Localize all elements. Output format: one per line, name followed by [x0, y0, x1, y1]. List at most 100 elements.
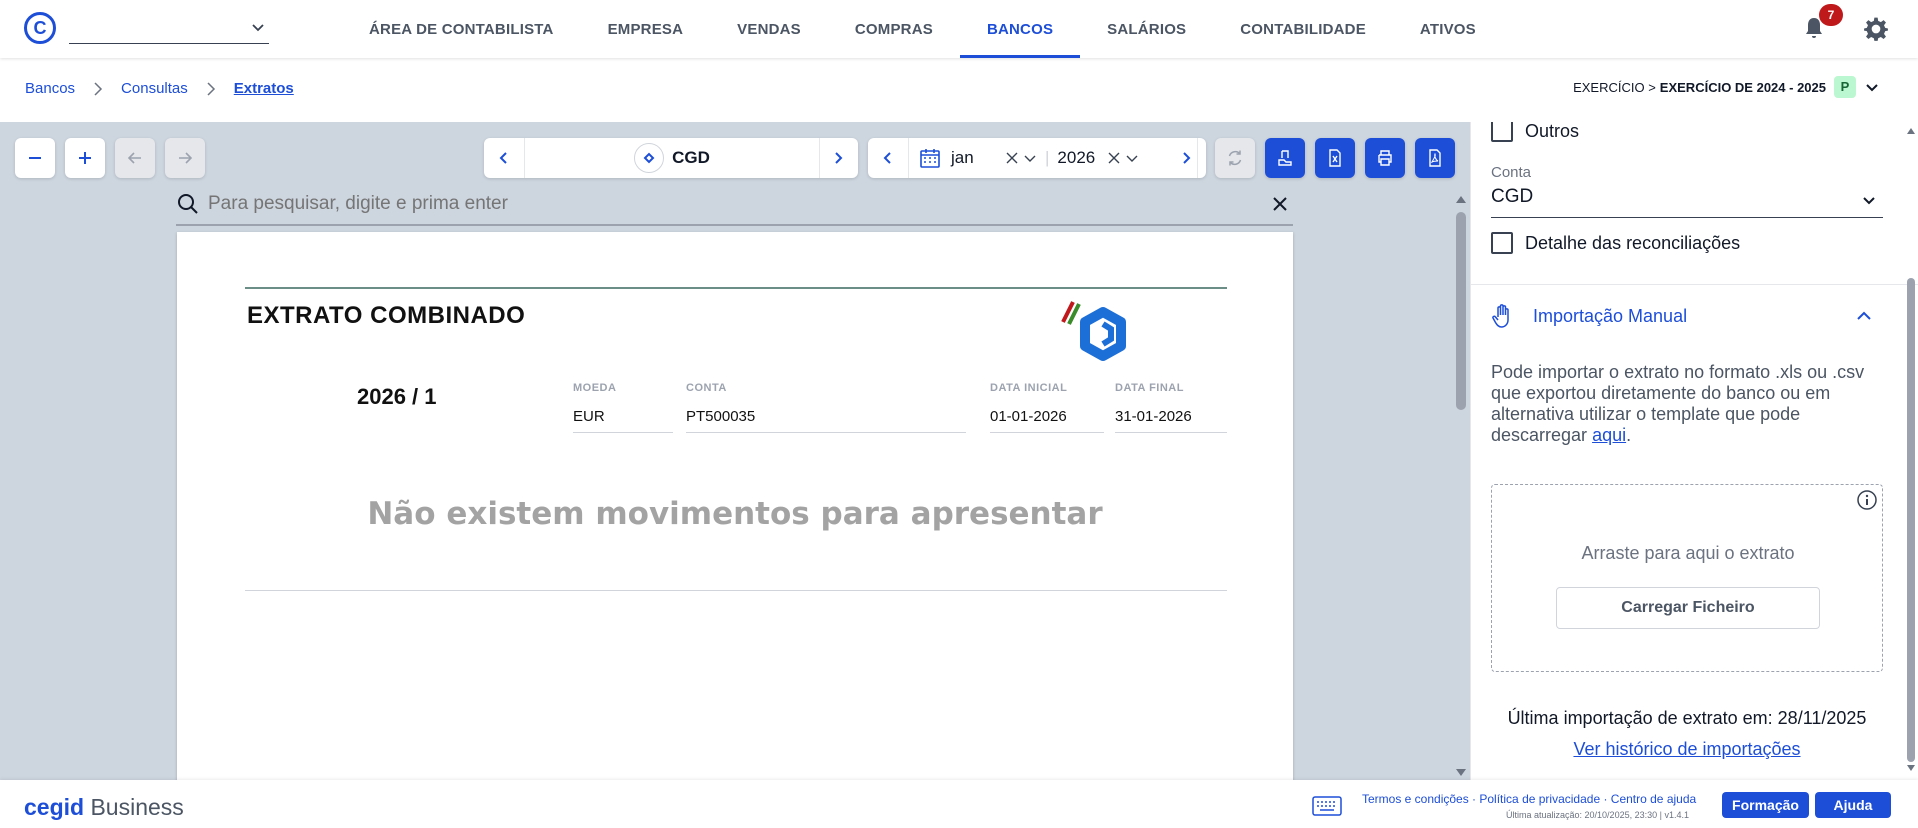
bank-select[interactable]: CGD	[524, 138, 820, 178]
formacao-button[interactable]: Formação	[1722, 792, 1809, 818]
nav-item-compras[interactable]: COMPRAS	[828, 0, 960, 58]
company-select[interactable]	[69, 14, 269, 44]
scroll-up-icon[interactable]	[1455, 194, 1467, 204]
scroll-down-icon[interactable]	[1455, 768, 1467, 778]
file-drop-zone[interactable]: Arraste para aqui o extrato Carregar Fic…	[1491, 484, 1883, 672]
footer-links[interactable]: Termos e condições · Política de privaci…	[1362, 792, 1696, 806]
print-button[interactable]	[1365, 138, 1405, 178]
year-select[interactable]: 2026	[1057, 148, 1107, 168]
forward-button[interactable]	[165, 138, 205, 178]
zoom-in-button[interactable]	[65, 138, 105, 178]
conta-select[interactable]: CGD	[1491, 186, 1883, 218]
chevron-right-icon	[94, 81, 103, 96]
outros-checkbox[interactable]	[1491, 122, 1513, 142]
field-value: 31-01-2026	[1115, 408, 1227, 433]
scroll-thumb[interactable]	[1907, 278, 1915, 762]
field-value: 01-01-2026	[990, 408, 1104, 433]
gear-icon[interactable]	[1863, 16, 1889, 42]
close-icon[interactable]	[1271, 195, 1289, 213]
scroll-up-icon[interactable]	[1906, 126, 1916, 135]
exercise-prefix: EXERCÍCIO >	[1573, 79, 1656, 95]
nav-item-contabilidade[interactable]: CONTABILIDADE	[1213, 0, 1393, 58]
chevron-up-icon[interactable]	[1855, 307, 1873, 325]
main-nav: ÁREA DE CONTABILISTA EMPRESA VENDAS COMP…	[342, 0, 1503, 58]
conta-value: CGD	[1491, 186, 1534, 207]
nav-item-bancos[interactable]: BANCOS	[959, 0, 1081, 58]
calendar-icon	[920, 149, 940, 168]
bank-selector: CGD	[484, 138, 858, 178]
chevron-down-icon	[252, 24, 264, 32]
keyboard-icon[interactable]	[1312, 796, 1342, 816]
header-rule	[245, 287, 1227, 289]
field-value: EUR	[573, 408, 673, 433]
exercise-status-badge: P	[1834, 76, 1856, 98]
last-update-info: Última atualização: 20/10/2025, 23:30 | …	[1506, 810, 1689, 820]
clear-month-icon[interactable]	[1005, 151, 1019, 165]
import-section-header[interactable]: Importação Manual	[1491, 300, 1883, 332]
info-icon[interactable]	[1856, 489, 1878, 511]
breadcrumb-extratos[interactable]: Extratos	[234, 80, 294, 97]
bank-logo	[1061, 301, 1126, 361]
chevron-down-icon[interactable]	[1864, 79, 1880, 95]
top-bar: C ÁREA DE CONTABILISTA EMPRESA VENDAS CO…	[0, 0, 1918, 58]
period-selector: jan | 2026	[868, 138, 1206, 178]
hand-document-icon	[1278, 150, 1292, 166]
arrow-right-icon	[179, 152, 193, 164]
statement-period: 2026 / 1	[357, 384, 437, 409]
search-input[interactable]	[208, 193, 1271, 215]
field-label: DATA FINAL	[1115, 382, 1184, 394]
zoom-out-button[interactable]	[15, 138, 55, 178]
clear-year-icon[interactable]	[1107, 151, 1121, 165]
back-button[interactable]	[115, 138, 155, 178]
viewer-scrollbar[interactable]	[1452, 192, 1470, 780]
template-download-link[interactable]: aqui	[1592, 425, 1626, 445]
scroll-thumb[interactable]	[1456, 212, 1466, 410]
hand-icon	[1492, 304, 1509, 328]
export-document-button[interactable]	[1265, 138, 1305, 178]
period-prev-button[interactable]	[868, 138, 908, 178]
bank-next-button[interactable]	[818, 138, 858, 178]
outros-checkbox-row[interactable]: Outros	[1491, 122, 1579, 142]
ajuda-button[interactable]: Ajuda	[1815, 792, 1891, 818]
scroll-down-icon[interactable]	[1906, 764, 1916, 773]
app-logo[interactable]: C	[24, 12, 56, 44]
side-panel: Outros Conta CGD Detalhe das reconciliaç…	[1470, 122, 1918, 780]
detalhe-label: Detalhe das reconciliações	[1525, 232, 1741, 253]
nav-item-empresa[interactable]: EMPRESA	[581, 0, 711, 58]
breadcrumb: Bancos Consultas Extratos	[25, 80, 294, 97]
detalhe-checkbox[interactable]	[1491, 232, 1513, 254]
brand-name: cegid	[24, 794, 85, 820]
refresh-button[interactable]	[1215, 138, 1255, 178]
chevron-down-icon[interactable]	[1023, 151, 1037, 165]
exercise-selector[interactable]: EXERCÍCIO > EXERCÍCIO DE 2024 - 2025 P	[1573, 76, 1880, 98]
nav-item-vendas[interactable]: VENDAS	[710, 0, 828, 58]
chevron-down-icon[interactable]	[1125, 151, 1139, 165]
side-panel-scrollbar[interactable]	[1904, 122, 1918, 780]
export-pdf-button[interactable]	[1415, 138, 1455, 178]
field-moeda: MOEDA EUR	[573, 382, 673, 433]
field-value: PT500035	[686, 408, 966, 433]
field-label: DATA INICIAL	[990, 382, 1068, 394]
upload-file-button[interactable]: Carregar Ficheiro	[1556, 587, 1820, 629]
period-next-button[interactable]	[1166, 138, 1206, 178]
detalhe-checkbox-row[interactable]: Detalhe das reconciliações	[1491, 232, 1740, 254]
import-section-title: Importação Manual	[1533, 305, 1688, 326]
field-divider: |	[1045, 148, 1050, 167]
import-history-link[interactable]: Ver histórico de importações	[1491, 739, 1883, 760]
nav-item-ativos[interactable]: ATIVOS	[1393, 0, 1503, 58]
field-data-inicial: DATA INICIAL 01-01-2026	[990, 382, 1104, 433]
nav-item-salarios[interactable]: SALÁRIOS	[1080, 0, 1213, 58]
month-select[interactable]: jan	[951, 148, 1005, 168]
field-data-final: DATA FINAL 31-01-2026	[1115, 382, 1227, 433]
period-fields: jan | 2026	[908, 138, 1198, 178]
export-excel-button[interactable]	[1315, 138, 1355, 178]
chevron-left-icon	[883, 152, 891, 164]
breadcrumb-bancos[interactable]: Bancos	[25, 80, 75, 97]
statement-page: EXTRATO COMBINADO 2026 / 1 MOEDA EUR CON…	[177, 232, 1293, 780]
chevron-right-icon	[835, 152, 843, 164]
nav-item-area-contabilista[interactable]: ÁREA DE CONTABILISTA	[342, 0, 581, 58]
breadcrumb-consultas[interactable]: Consultas	[121, 80, 188, 97]
bank-prev-button[interactable]	[484, 138, 524, 178]
drop-zone-text: Arraste para aqui o extrato	[1581, 543, 1795, 563]
notification-badge: 7	[1819, 4, 1843, 26]
